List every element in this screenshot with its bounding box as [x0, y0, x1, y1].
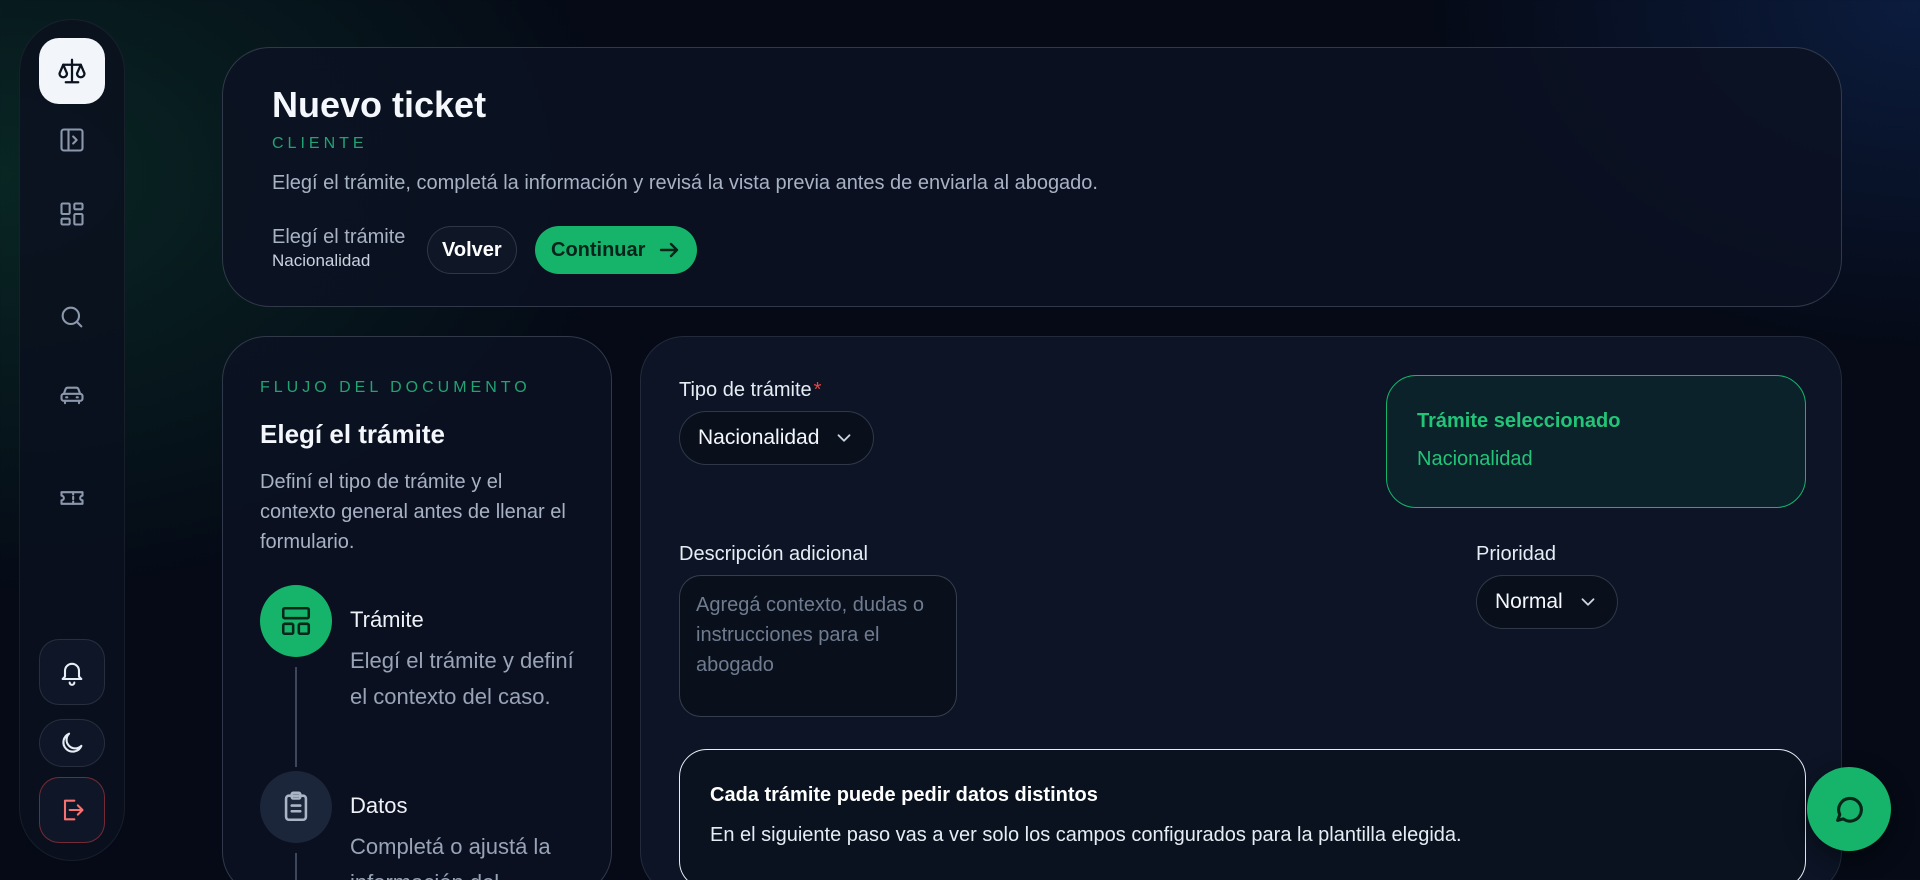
- sidebar-item-vehicles[interactable]: [44, 367, 100, 423]
- page-description: Elegí el trámite, completá la informació…: [272, 172, 1098, 194]
- ticket-form-card: Tipo de trámite * Nacionalidad Trámite se…: [640, 336, 1842, 880]
- chat-bubble-icon: [1836, 796, 1863, 823]
- prioridad-value: Normal: [1495, 590, 1563, 613]
- flow-step-description: Completá o ajustá la información del: [350, 834, 551, 880]
- flow-title: Elegí el trámite: [260, 419, 445, 449]
- sidebar-item-search[interactable]: [44, 289, 100, 345]
- sidebar-toggle-button[interactable]: [44, 112, 100, 168]
- chevron-down-icon: [1581, 598, 1595, 606]
- document-flow-card: FLUJO DEL DOCUMENTO Elegí el trámite Def…: [222, 336, 612, 880]
- page-title: Nuevo ticket: [272, 84, 487, 125]
- descripcion-input[interactable]: [679, 575, 957, 717]
- flow-step-name: Trámite: [350, 607, 424, 632]
- logout-button[interactable]: [39, 777, 105, 843]
- layout-icon: [281, 606, 311, 636]
- role-eyebrow: CLIENTE: [272, 135, 368, 152]
- logo-button[interactable]: [39, 38, 105, 104]
- info-notice-title: Cada trámite puede pedir datos distintos: [710, 784, 1098, 806]
- prioridad-select[interactable]: Normal: [1476, 575, 1618, 629]
- selected-tramite-box: Trámite seleccionado Nacionalidad: [1386, 375, 1806, 508]
- current-step-label: Elegí el trámite: [272, 226, 406, 248]
- sidebar-toggle-icon: [60, 128, 84, 152]
- selected-tramite-value: Nacionalidad: [1417, 448, 1533, 470]
- prioridad-label: Prioridad: [1476, 543, 1557, 565]
- ticket-icon: [60, 491, 84, 505]
- flow-step-datos[interactable]: Datos Completá o ajustá la información d…: [260, 771, 590, 880]
- tipo-tramite-label-text: Tipo de trámite: [679, 379, 812, 401]
- required-marker: *: [813, 379, 822, 401]
- dashboard-icon: [60, 202, 84, 226]
- flow-step-description: Elegí el trámite y definí el contexto de…: [350, 648, 574, 709]
- flow-step-indicator: [260, 585, 332, 657]
- flow-eyebrow: FLUJO DEL DOCUMENTO: [260, 379, 531, 396]
- sidebar-item-dashboard[interactable]: [44, 186, 100, 242]
- flow-step-tramite[interactable]: Trámite Elegí el trámite y definí el con…: [260, 585, 590, 775]
- tipo-tramite-value: Nacionalidad: [698, 426, 820, 449]
- scale-icon: [58, 58, 86, 84]
- arrow-right-icon: [660, 242, 679, 258]
- current-step-info: Elegí el trámite Nacionalidad: [272, 226, 405, 271]
- chat-button[interactable]: [1807, 767, 1891, 851]
- current-step-value: Nacionalidad: [272, 251, 371, 270]
- flow-step-name: Datos: [350, 793, 408, 818]
- flow-step-connector: [295, 667, 297, 767]
- continue-button[interactable]: Continuar: [535, 226, 698, 274]
- bell-icon: [61, 662, 83, 686]
- chevron-down-icon: [838, 434, 851, 442]
- notifications-button[interactable]: [39, 639, 105, 705]
- sidebar-item-tickets[interactable]: [44, 470, 100, 526]
- info-notice-text: En el siguiente paso vas a ver solo los …: [710, 824, 1462, 846]
- search-icon: [61, 306, 83, 328]
- header-card: Nuevo ticket CLIENTE Elegí el trámite, c…: [222, 47, 1842, 307]
- sidebar: [19, 19, 125, 861]
- continue-button-label: Continuar: [551, 238, 646, 261]
- info-notice: Cada trámite puede pedir datos distintos…: [679, 749, 1806, 880]
- flow-step-indicator: [260, 771, 332, 843]
- back-button[interactable]: Volver: [427, 226, 517, 274]
- theme-toggle-button[interactable]: [39, 719, 105, 767]
- logout-icon: [63, 799, 84, 821]
- tipo-tramite-label: Tipo de trámite *: [679, 379, 821, 402]
- tipo-tramite-select[interactable]: Nacionalidad: [679, 411, 875, 465]
- clipboard-icon: [284, 791, 308, 822]
- descripcion-label: Descripción adicional: [679, 543, 868, 565]
- moon-icon: [62, 732, 83, 753]
- selected-tramite-title: Trámite seleccionado: [1417, 410, 1621, 432]
- flow-step-connector: [295, 853, 297, 880]
- car-icon: [60, 386, 84, 405]
- flow-description: Definí el tipo de trámite y el contexto …: [260, 471, 566, 553]
